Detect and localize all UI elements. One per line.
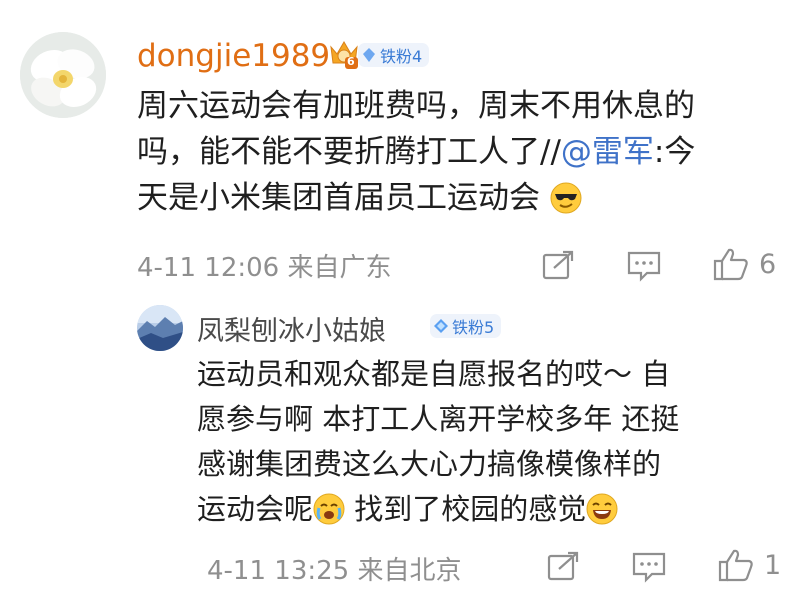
flower-avatar-icon <box>20 32 106 118</box>
fan-badge-label: 铁粉4 <box>380 47 423 66</box>
reply-fan-badge[interactable]: 铁粉5 <box>430 314 502 338</box>
comment-meta: 4-11 12:06 来自广东 <box>137 253 392 283</box>
comment-line-2-text: 吗，能不能不要折腾打工人了// <box>137 134 561 170</box>
mention-link[interactable]: @雷军 <box>561 134 654 170</box>
fan-badge[interactable]: 铁粉4 <box>358 43 430 67</box>
reply-line-4-b: 找到了校园的感觉 <box>345 492 587 526</box>
reply-like-count: 1 <box>764 549 782 581</box>
reply-fan-badge-label: 铁粉5 <box>452 318 495 337</box>
comment-line-2: 吗，能不能不要折腾打工人了//@雷军:今 <box>137 129 787 175</box>
landscape-avatar-icon <box>137 305 183 351</box>
thumbs-up-icon <box>713 248 748 281</box>
reply-share-button[interactable] <box>547 551 580 581</box>
reply-username[interactable]: 凤梨刨冰小姑娘 <box>197 309 386 348</box>
reply-line-4: 运动会呢 找到了校园的感觉 <box>197 487 787 538</box>
user-avatar[interactable] <box>20 32 106 118</box>
comment-icon <box>627 251 661 282</box>
comment-line-3: 天是小米集团首届员工运动会 <box>137 175 787 227</box>
reply-content: 运动员和观众都是自愿报名的哎～ 自 愿参与啊 本打工人离开学校多年 还挺 感谢集… <box>197 352 787 538</box>
share-button[interactable] <box>542 250 575 280</box>
laughing-face-emoji-icon <box>586 493 618 538</box>
comment-line-2-tail: :今 <box>653 134 696 170</box>
reply-line-3: 感谢集团费这么大心力搞像模像样的 <box>197 447 662 481</box>
reply-avatar[interactable] <box>137 305 183 351</box>
thumbs-up-icon <box>718 549 753 582</box>
fan-badge-icon <box>361 47 377 63</box>
vip-level: 6 <box>347 55 355 68</box>
comment-line-3-text: 天是小米集团首届员工运动会 <box>137 180 540 216</box>
share-icon <box>542 250 574 280</box>
username[interactable]: dongjie1989 <box>137 38 330 74</box>
share-icon <box>547 551 579 581</box>
reply-button[interactable] <box>627 250 661 282</box>
cool-face-emoji-icon <box>550 181 582 227</box>
like-button[interactable]: 6 <box>713 247 776 281</box>
comment-content: 周六运动会有加班费吗，周末不用休息的 吗，能不能不要折腾打工人了//@雷军:今 … <box>137 83 787 227</box>
comment-icon <box>632 552 666 583</box>
reply-line-4-a: 运动会呢 <box>197 492 314 526</box>
crying-face-emoji-icon <box>313 493 345 538</box>
diamond-icon <box>433 318 449 334</box>
comment-line-1: 周六运动会有加班费吗，周末不用休息的 <box>137 88 695 124</box>
like-count: 6 <box>759 248 777 280</box>
reply-comment-button[interactable] <box>632 551 666 583</box>
vip-crown-icon: 6 <box>328 37 360 71</box>
reply-like-button[interactable]: 1 <box>718 548 781 582</box>
reply-meta: 4-11 13:25 来自北京 <box>207 556 462 586</box>
reply-line-1: 运动员和观众都是自愿报名的哎～ 自 <box>197 357 671 391</box>
reply-line-2: 愿参与啊 本打工人离开学校多年 还挺 <box>197 402 680 436</box>
